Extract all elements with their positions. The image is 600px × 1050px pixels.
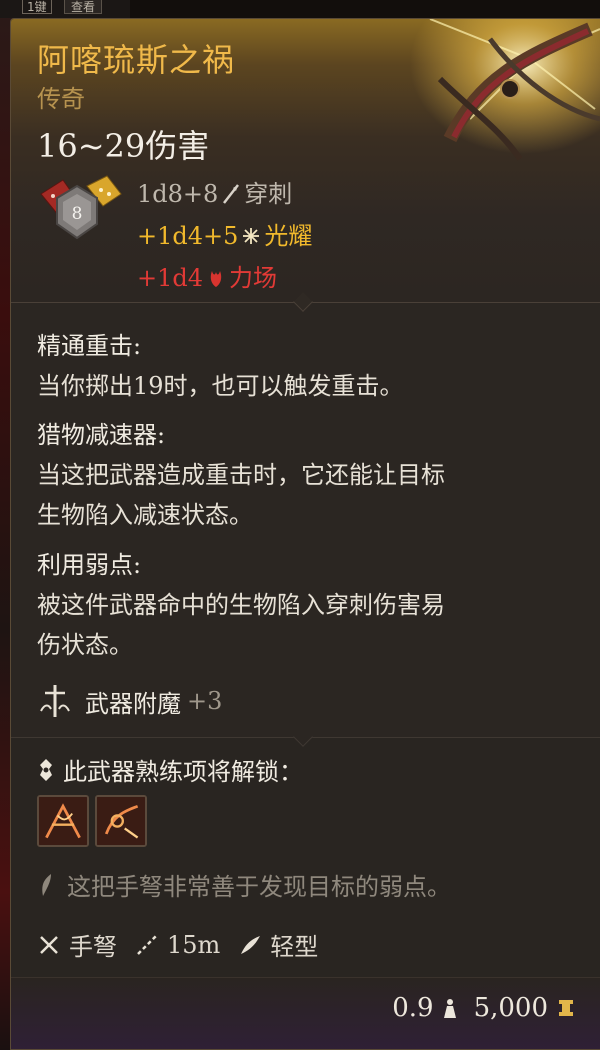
property-label: 轻型 [270, 933, 319, 961]
feature-text-line: 当你掷出19时，也可以触发重击。 [37, 372, 404, 400]
property-label: 手弩 [69, 933, 117, 961]
weight-and-price: 0.9 5,000 [392, 993, 576, 1023]
damage-line-radiant: +1d4+5 光耀 [137, 215, 312, 257]
feature-title: 精通重击: [37, 332, 142, 360]
weight-icon [443, 999, 456, 1018]
feature-text: 当你掷出19时，也可以触发重击。 [37, 366, 404, 406]
proficiency-actions [37, 795, 147, 847]
feature-mastery-crit: 精通重击: 当你掷出19时，也可以触发重击。 [37, 326, 404, 406]
proficiency-action-2-icon[interactable] [95, 795, 147, 847]
item-price: 5,000 [473, 993, 548, 1023]
damage-range: 16~29伤害 [37, 127, 210, 165]
damage-type: 力场 [229, 264, 278, 292]
quill-icon [42, 873, 51, 896]
damage-line-piercing: 1d8+8 穿刺 [137, 173, 312, 215]
feature-text: 当这把武器造成重击时，它还能让目标 生物陷入减速状态。 [37, 455, 445, 535]
feature-text-line: 被这件武器命中的生物陷入穿刺伤害易 [37, 591, 445, 619]
item-weight: 0.9 [392, 993, 434, 1023]
property-crossbow: 手弩 [37, 927, 117, 962]
feature-title: 利用弱点: [37, 551, 142, 579]
weapon-properties: 手弩 15m 轻型 [37, 927, 336, 962]
enchant-value: +3 [187, 687, 223, 715]
range-icon [137, 934, 157, 955]
feature-prey-slower: 猎物减速器: 当这把武器造成重击时，它还能让目标 生物陷入减速状态。 [37, 415, 445, 535]
feature-text: 被这件武器命中的生物陷入穿刺伤害易 伤状态。 [37, 585, 445, 665]
key-hint: 1键 [22, 0, 52, 14]
item-rarity: 传奇 [37, 85, 85, 113]
feather-icon [241, 935, 261, 954]
force-icon [210, 271, 222, 287]
hand-crossbow-art [410, 19, 600, 169]
feature-exploit-weakness: 利用弱点: 被这件武器命中的生物陷入穿刺伤害易 伤状态。 [37, 545, 445, 665]
feature-title: 猎物减速器: [37, 421, 166, 449]
property-range: 15m [135, 931, 220, 959]
feature-text-line: 当这把武器造成重击时，它还能让目标 [37, 461, 445, 489]
flavor-text: 这把手弩非常善于发现目标的弱点。 [37, 867, 451, 902]
enchant-icon [40, 685, 70, 717]
proficiency-title-text: 此武器熟练项将解锁： [63, 758, 303, 786]
feature-text-line: 伤状态。 [37, 631, 133, 659]
item-tooltip: 阿喀琉斯之祸 传奇 16~29伤害 8 1d8+8 穿刺 +1d4+5 光耀 +… [10, 18, 600, 1050]
damage-amount: +1d4 [137, 264, 204, 292]
proficiency-action-1-icon[interactable] [37, 795, 89, 847]
dice-icon: 8 [40, 175, 122, 240]
damage-amount: 1d8+8 [137, 180, 219, 208]
damage-breakdown: 1d8+8 穿刺 +1d4+5 光耀 +1d4 力场 [137, 173, 312, 299]
crossbow-icon [40, 935, 58, 954]
damage-type: 穿刺 [244, 180, 293, 208]
dice-number: 8 [72, 204, 83, 224]
footer-divider [11, 977, 600, 978]
property-light: 轻型 [238, 927, 318, 962]
key-hint-label[interactable]: 查看 [64, 0, 103, 14]
property-label: 15m [167, 930, 221, 959]
weapon-enchantment: 武器附魔 +3 [37, 683, 222, 719]
unlock-icon [40, 758, 52, 781]
proficiency-title: 此武器熟练项将解锁： [37, 752, 303, 787]
item-name: 阿喀琉斯之祸 [37, 41, 236, 79]
feature-text-line: 生物陷入减速状态。 [37, 501, 253, 529]
enchant-label: 武器附魔 [85, 689, 181, 718]
flavor-text-content: 这把手弩非常善于发现目标的弱点。 [67, 873, 451, 901]
damage-type: 光耀 [264, 222, 313, 250]
damage-amount: +1d4+5 [137, 222, 239, 250]
piercing-icon [223, 184, 240, 204]
damage-line-force: +1d4 力场 [137, 257, 312, 299]
gold-icon [559, 1000, 573, 1016]
radiant-icon [243, 228, 260, 244]
